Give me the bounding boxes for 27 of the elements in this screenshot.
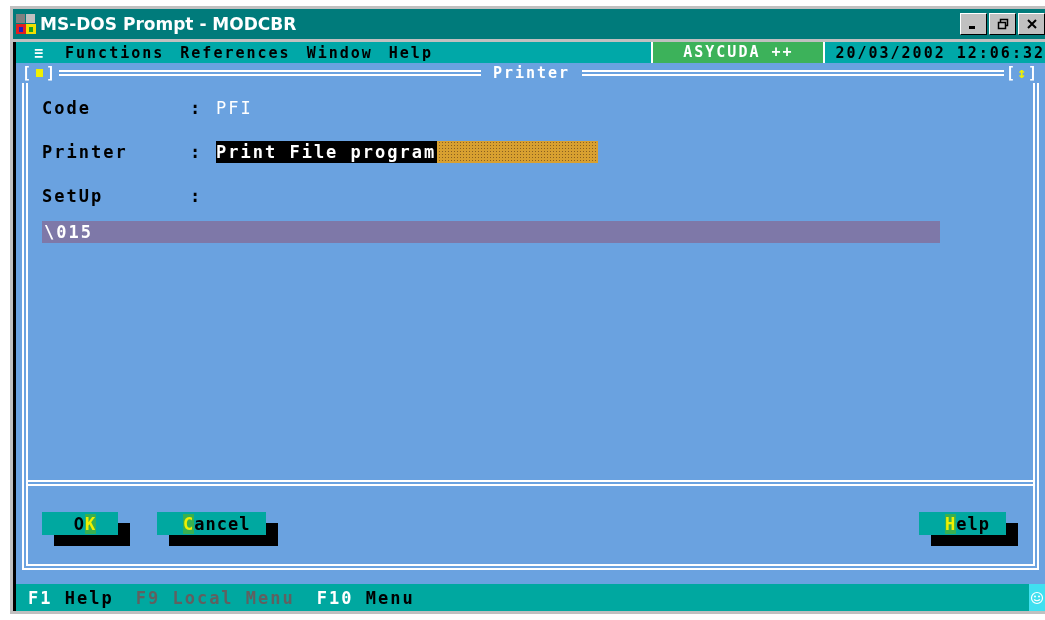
field-value: PFI [216,98,253,118]
setup-field[interactable]: \015 [42,221,940,243]
window-title: MS-DOS Prompt - MODCBR [40,14,297,34]
minimize-icon [969,25,975,29]
colon-separator: : [190,98,204,118]
menu-item[interactable]: Window [298,43,381,62]
menu-item[interactable]: Functions [57,43,173,62]
status-item[interactable]: F1 Help [16,587,124,608]
field-label: Printer [42,142,129,162]
dialog-title: Printer [491,64,572,82]
app-name-label: ASYCUDA ++ [651,42,826,63]
minimize-button[interactable] [960,13,987,35]
date-time: 20/03/2002 12:06:32 [835,43,1045,62]
input-field[interactable]: Print File program [216,141,598,163]
colon-separator: : [190,186,204,206]
menu-item[interactable]: Help [380,43,441,62]
restore-icon [996,18,1009,30]
close-icon [1025,18,1038,30]
field-label: SetUp [42,186,105,206]
ms-dos-logo-icon [15,13,37,35]
status-item[interactable]: F10 Menu [304,587,425,608]
smiley-icon [1029,584,1045,611]
close-button[interactable] [1018,13,1045,35]
field-label: Code [42,98,92,118]
menu-item[interactable]: References [172,43,299,62]
restore-button[interactable] [989,13,1016,35]
colon-separator: : [190,142,204,162]
